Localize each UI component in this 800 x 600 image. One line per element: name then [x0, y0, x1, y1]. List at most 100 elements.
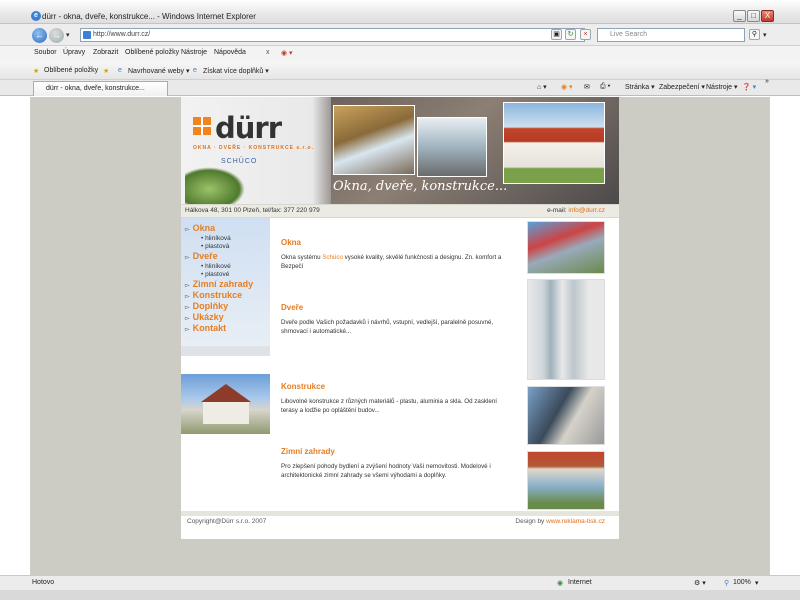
nav-bullet-icon: ▻ — [185, 327, 190, 333]
refresh-icon[interactable]: ↻ — [565, 29, 576, 40]
history-dropdown-icon[interactable]: ▾ — [66, 31, 70, 39]
menu-help[interactable]: Nápověda — [214, 49, 246, 56]
compatibility-icon[interactable]: ▣ — [551, 29, 562, 40]
status-bar: Hotovo ◉ Internet ⚙ ▾ ⚲ 100% ▾ — [0, 575, 800, 590]
search-placeholder: Live Search — [610, 31, 647, 38]
favorites-star-icon[interactable]: ★ — [33, 67, 39, 75]
help-icon[interactable]: ❓ ▾ — [742, 83, 756, 91]
suggested-sites-link[interactable]: Navrhované weby ▾ — [128, 67, 190, 75]
stop-icon[interactable]: × — [580, 29, 591, 40]
section-title-dvere[interactable]: Dveře — [281, 303, 303, 312]
mail-icon[interactable]: ✉ — [584, 83, 590, 91]
schuco-brand: SCHÜCO — [221, 158, 258, 165]
tab-row: dürr - okna, dveře, konstrukce... ⌂ ▾ ◉ … — [0, 78, 800, 96]
nav-item-okna[interactable]: ▻ Okna — [185, 223, 215, 233]
window-bottom-edge — [0, 590, 800, 600]
protected-mode-icon[interactable]: ⚙ ▾ — [694, 579, 706, 587]
address-field[interactable]: http://www.durr.cz/ — [80, 28, 585, 42]
forward-button[interactable]: → — [49, 28, 64, 43]
nav-sub-okna-plastova[interactable]: • plastová — [201, 243, 229, 250]
favorites-bar: ★ Oblíbené položky ★ e Navrhované weby ▾… — [0, 61, 800, 80]
back-button[interactable]: ← — [32, 28, 47, 43]
tab-label: dürr - okna, dveře, konstrukce... — [46, 85, 145, 92]
menu-file[interactable]: Soubor — [34, 49, 57, 56]
plant-decoration — [185, 167, 245, 204]
more-commands-icon[interactable]: » — [765, 78, 769, 85]
nav-item-kontakt[interactable]: ▻ Kontakt — [185, 323, 226, 333]
section-title-okna[interactable]: Okna — [281, 238, 301, 247]
search-input[interactable]: Live Search — [597, 28, 745, 42]
window-title: dürr - okna, dveře, konstrukce... - Wind… — [42, 12, 256, 21]
ie-icon: e — [31, 11, 41, 21]
zoom-dropdown-icon[interactable]: ▾ — [755, 579, 759, 587]
nav-bullet-icon: ▻ — [185, 294, 190, 300]
page-menu[interactable]: Stránka ▾ — [625, 83, 655, 91]
menu-tools[interactable]: Nástroje — [181, 49, 207, 56]
maximize-button[interactable]: □ — [747, 10, 760, 22]
menu-edit[interactable]: Úpravy — [63, 49, 85, 56]
favorites-button[interactable]: Oblíbené položky — [44, 67, 98, 74]
logo-name[interactable]: dürr — [215, 111, 282, 145]
nav-sub-okna-hlinikova[interactable]: • hliníková — [201, 235, 231, 242]
add-favorites-icon[interactable]: ★ — [103, 67, 109, 75]
nav-item-ukazky[interactable]: ▻ Ukázky — [185, 312, 224, 322]
suggested-sites-icon: e — [118, 67, 122, 74]
section-text-dvere: Dveře podle Vašich požadavků i návrhů, v… — [281, 319, 494, 335]
design-link[interactable]: www.reklama-tisk.cz — [546, 518, 605, 525]
minimize-button[interactable]: _ — [733, 10, 746, 22]
email-link[interactable]: info@durr.cz — [568, 207, 605, 214]
zimni-zahrady-photo[interactable] — [527, 451, 605, 510]
nav-item-dvere[interactable]: ▻ Dveře — [185, 251, 218, 261]
nav-sub-dvere-hlinikove[interactable]: • hliníkové — [201, 263, 231, 270]
winter-garden-photo — [333, 105, 415, 175]
contact-bar: Hálkova 48, 301 00 Plzeň, tel/fax: 377 2… — [181, 204, 619, 218]
house-roof-shape — [201, 384, 251, 402]
dvere-photo[interactable] — [527, 279, 605, 380]
nav-item-konstrukce[interactable]: ▻ Konstrukce — [185, 290, 242, 300]
tab-active[interactable]: dürr - okna, dveře, konstrukce... — [33, 81, 168, 96]
section-title-konstrukce[interactable]: Konstrukce — [281, 382, 325, 391]
sidebar-nav: ▻ Okna • hliníková • plastová ▻ Dveře • hl… — [181, 218, 270, 346]
addons-icon: e — [193, 67, 197, 74]
page-favicon — [83, 31, 91, 39]
addon-icon[interactable]: ◉ ▾ — [281, 49, 293, 57]
close-button[interactable]: X — [761, 10, 774, 22]
house-photo — [503, 102, 605, 184]
section-title-zimni-zahrady[interactable]: Zimní zahrady — [281, 447, 335, 456]
house-wall-shape — [203, 402, 249, 424]
page-footer: Copyright@Dürr s.r.o. 2007 Design by www… — [181, 516, 619, 529]
nav-bullet-icon: ▻ — [185, 316, 190, 322]
address-toolbar: ← → ▾ http://www.durr.cz/ ▣ ↻ × Live Sea… — [0, 24, 800, 46]
banner-caption: Okna, dveře, konstrukce... — [333, 179, 508, 194]
menu-view[interactable]: Zobrazit — [93, 49, 118, 56]
search-icon[interactable]: ⚲ — [749, 29, 760, 40]
print-icon[interactable]: ⎙ ▾ — [600, 83, 611, 91]
status-text: Hotovo — [32, 579, 55, 586]
sidebar-spacer — [181, 346, 270, 356]
email-label: e-mail: — [547, 207, 567, 214]
feeds-icon[interactable]: ◉ ▾ — [561, 83, 573, 91]
get-addons-link[interactable]: Získat více doplňků ▾ — [203, 67, 269, 75]
search-options-icon[interactable]: ▾ — [763, 31, 767, 39]
nav-item-doplnky[interactable]: ▻ Doplňky — [185, 301, 228, 311]
konstrukce-photo[interactable] — [527, 386, 605, 445]
interior-photo — [417, 117, 487, 177]
home-icon[interactable]: ⌂ ▾ — [537, 83, 547, 91]
nav-item-zimni-zahrady[interactable]: ▻ Zimní zahrady — [185, 279, 253, 289]
logo-window-icon — [193, 117, 211, 135]
schuco-highlight: Schüco — [322, 254, 343, 261]
okna-photo[interactable] — [527, 221, 605, 274]
tools-menu[interactable]: Nástroje ▾ — [706, 83, 738, 91]
zoom-level[interactable]: 100% — [733, 579, 751, 586]
design-credit: Design by www.reklama-tisk.cz — [515, 518, 605, 525]
address-text: http://www.durr.cz/ — [93, 31, 151, 38]
section-text-konstrukce: Libovolné konstrukce z různých materiálů… — [281, 398, 497, 414]
nav-sub-dvere-plastove[interactable]: • plastové — [201, 271, 229, 278]
nav-bullet-icon: ▻ — [185, 227, 190, 233]
safety-menu[interactable]: Zabezpečení ▾ — [659, 83, 705, 91]
nav-bullet-icon: ▻ — [185, 283, 190, 289]
header-banner: dürr OKNA · DVEŘE · KONSTRUKCE s.r.o. SC… — [181, 97, 619, 204]
close-toolbar-icon[interactable]: x — [266, 49, 270, 56]
menu-favorites[interactable]: Oblíbené položky — [125, 49, 179, 56]
company-address: Hálkova 48, 301 00 Plzeň, tel/fax: 377 2… — [185, 207, 320, 214]
